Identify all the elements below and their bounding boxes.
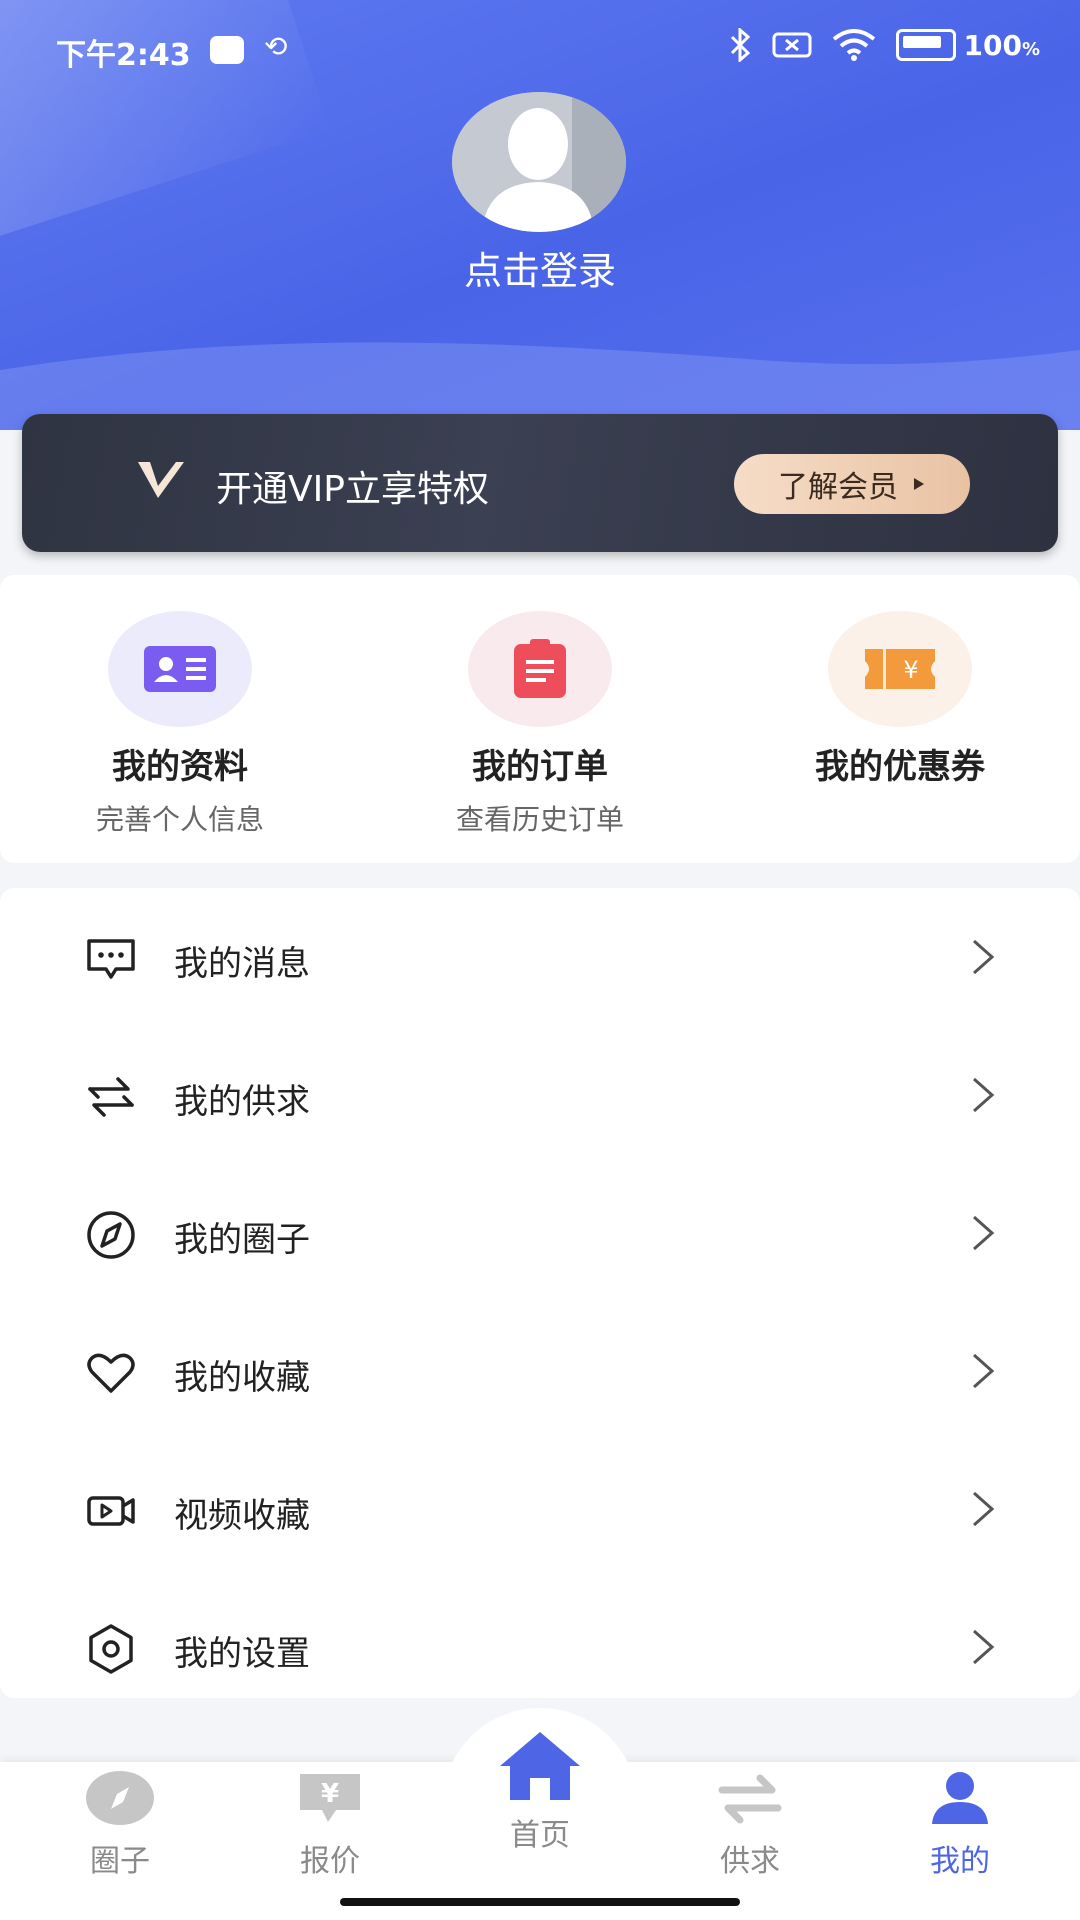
wifi-icon — [832, 29, 875, 61]
sync-icon: ⟲ — [264, 30, 288, 63]
battery-indicator: 100% — [895, 28, 1040, 62]
menu-label: 我的圈子 — [174, 1220, 310, 1260]
menu-item-favorites[interactable]: 我的收藏 — [0, 1302, 1080, 1440]
chevron-right-icon — [973, 1215, 995, 1251]
chevron-right-icon — [973, 1629, 995, 1665]
nav-quote[interactable]: ¥ 报价 — [222, 1770, 438, 1880]
quick-profile-title: 我的资料 — [112, 747, 248, 787]
nav-supply[interactable]: 供求 — [642, 1770, 858, 1880]
avatar[interactable] — [452, 92, 626, 232]
menu-item-video-favorites[interactable]: 视频收藏 — [0, 1440, 1080, 1578]
svg-text:¥: ¥ — [903, 656, 918, 684]
menu-item-settings[interactable]: 我的设置 — [0, 1578, 1080, 1716]
compass-icon — [87, 1211, 135, 1259]
nav-label: 首页 — [510, 1818, 570, 1853]
quick-coupons-bg: ¥ — [828, 611, 972, 727]
sim-icon — [772, 32, 811, 58]
chevron-right-icon — [973, 1353, 995, 1389]
menu-item-messages[interactable]: 我的消息 — [0, 888, 1080, 1026]
learn-membership-button[interactable]: 了解会员 — [734, 454, 970, 514]
login-link[interactable]: 点击登录 — [0, 240, 1080, 295]
profile-header: 下午2:43 ⟲ 100% 点击登录 — [0, 0, 1080, 430]
default-avatar-icon — [452, 92, 626, 232]
message-icon — [87, 939, 135, 979]
quick-profile-bg — [108, 611, 252, 727]
nav-label: 供求 — [720, 1844, 780, 1879]
nav-label: 圈子 — [90, 1844, 150, 1879]
battery-icon — [895, 29, 956, 61]
settings-icon — [89, 1624, 133, 1674]
menu-item-supply[interactable]: 我的供求 — [0, 1026, 1080, 1164]
quick-orders-title: 我的订单 — [472, 747, 608, 787]
quick-actions: 我的资料 完善个人信息 我的订单 查看历史订单 ¥ 我的优惠券 — [0, 575, 1080, 863]
quick-orders-subtitle: 查看历史订单 — [455, 803, 624, 836]
nav-mine[interactable]: 我的 — [852, 1770, 1068, 1880]
compass-icon — [86, 1771, 154, 1825]
nav-home[interactable]: 首页 — [432, 1728, 648, 1854]
home-icon — [500, 1732, 580, 1800]
nav-circle[interactable]: 圈子 — [12, 1770, 228, 1880]
menu-label: 我的消息 — [174, 944, 310, 984]
menu-label: 视频收藏 — [174, 1496, 310, 1536]
nav-label: 报价 — [300, 1844, 360, 1879]
battery-unit: % — [1021, 38, 1040, 60]
svg-text:¥: ¥ — [321, 1779, 339, 1809]
menu-label: 我的设置 — [174, 1634, 310, 1674]
chevron-right-icon — [973, 1491, 995, 1527]
user-icon — [932, 1772, 988, 1824]
quick-orders[interactable]: 我的订单 查看历史订单 — [360, 575, 720, 838]
clipboard-icon — [514, 639, 566, 698]
quick-coupons-title: 我的优惠券 — [815, 747, 985, 787]
status-right: 100% — [728, 28, 1040, 62]
nav-label: 我的 — [930, 1844, 990, 1879]
vip-button-label: 了解会员 — [778, 470, 898, 505]
ticket-icon: ¥ — [865, 649, 935, 689]
vip-banner[interactable]: 开通VIP立享特权 了解会员 — [22, 414, 1058, 552]
exchange-icon — [88, 1077, 134, 1117]
status-time: 下午2:43 — [56, 38, 191, 73]
chevron-right-icon — [973, 1077, 995, 1113]
quick-profile[interactable]: 我的资料 完善个人信息 — [0, 575, 360, 838]
menu-list: 我的消息 我的供求 我的圈子 我的收藏 视频收藏 我的设置 — [0, 888, 1080, 1698]
quick-orders-bg — [468, 611, 612, 727]
quick-profile-subtitle: 完善个人信息 — [95, 803, 264, 836]
triangle-right-icon — [914, 478, 924, 490]
chevron-right-icon — [973, 939, 995, 975]
profile-card-icon — [144, 646, 216, 692]
status-bar: 下午2:43 ⟲ 100% — [0, 0, 1080, 100]
quick-coupons[interactable]: ¥ 我的优惠券 — [720, 575, 1080, 788]
vip-text: 开通VIP立享特权 — [216, 469, 489, 510]
yen-chat-icon: ¥ — [300, 1774, 360, 1822]
menu-item-circle[interactable]: 我的圈子 — [0, 1164, 1080, 1302]
gesture-bar[interactable] — [340, 1898, 740, 1906]
exchange-icon — [718, 1774, 782, 1824]
battery-level: 100 — [963, 28, 1022, 62]
heart-icon — [87, 1353, 135, 1393]
vip-logo-icon — [138, 462, 184, 498]
bluetooth-icon — [730, 28, 750, 62]
menu-label: 我的供求 — [174, 1082, 310, 1122]
notification-icon — [210, 36, 244, 64]
menu-label: 我的收藏 — [174, 1358, 310, 1398]
video-icon — [87, 1496, 135, 1526]
